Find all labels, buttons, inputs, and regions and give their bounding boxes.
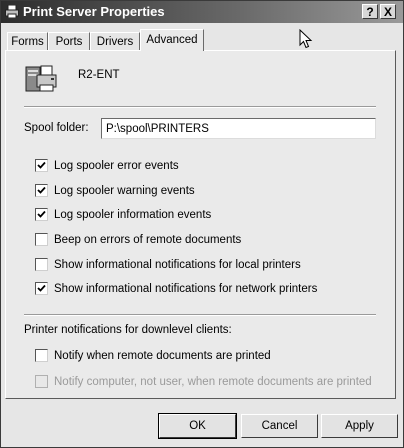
window-title: Print Server Properties bbox=[23, 4, 165, 19]
checkbox[interactable] bbox=[35, 233, 48, 246]
checkbox-label: Show informational notifications for loc… bbox=[54, 259, 301, 271]
checkmark-icon bbox=[37, 210, 46, 218]
spool-folder-input[interactable] bbox=[101, 118, 376, 139]
printer-icon bbox=[5, 5, 19, 18]
help-button[interactable]: ? bbox=[362, 4, 378, 19]
separator bbox=[24, 314, 376, 316]
mouse-cursor-icon bbox=[299, 29, 313, 49]
checkbox[interactable] bbox=[35, 349, 48, 362]
checkbox[interactable] bbox=[35, 258, 48, 271]
checkbox-label: Notify when remote documents are printed bbox=[54, 350, 271, 362]
checkbox-label: Log spooler information events bbox=[54, 209, 212, 221]
downlevel-heading: Printer notifications for downlevel clie… bbox=[24, 324, 232, 336]
checkbox-label: Log spooler error events bbox=[54, 160, 179, 172]
advanced-tab-panel bbox=[5, 50, 396, 399]
apply-button[interactable]: Apply bbox=[321, 414, 398, 438]
checkbox[interactable] bbox=[35, 184, 48, 197]
checkbox-label: Log spooler warning events bbox=[54, 185, 195, 197]
checkbox bbox=[35, 375, 48, 388]
checkmark-icon bbox=[37, 161, 46, 169]
spool-folder-label: Spool folder: bbox=[24, 122, 89, 134]
checkbox-label: Beep on errors of remote documents bbox=[54, 234, 242, 246]
separator bbox=[24, 106, 376, 108]
tab-drivers[interactable]: Drivers bbox=[90, 32, 140, 50]
printer-server-icon bbox=[25, 65, 57, 92]
tab-ports[interactable]: Ports bbox=[48, 32, 90, 50]
checkbox[interactable] bbox=[35, 208, 48, 221]
print-server-properties-dialog: Print Server Properties ? X Forms Ports … bbox=[0, 0, 404, 448]
checkbox[interactable] bbox=[35, 159, 48, 172]
checkbox[interactable] bbox=[35, 282, 48, 295]
checkmark-icon bbox=[37, 186, 46, 194]
close-button[interactable]: X bbox=[380, 4, 396, 19]
title-bar[interactable]: Print Server Properties ? X bbox=[1, 1, 403, 23]
cancel-button[interactable]: Cancel bbox=[241, 414, 318, 438]
tab-forms[interactable]: Forms bbox=[7, 32, 48, 50]
tab-advanced[interactable]: Advanced bbox=[140, 29, 204, 51]
checkbox-label: Show informational notifications for net… bbox=[54, 283, 318, 295]
checkmark-icon bbox=[37, 284, 46, 292]
server-name: R2-ENT bbox=[78, 69, 120, 81]
ok-button[interactable]: OK bbox=[158, 413, 237, 439]
checkbox-label: Notify computer, not user, when remote d… bbox=[54, 376, 372, 388]
